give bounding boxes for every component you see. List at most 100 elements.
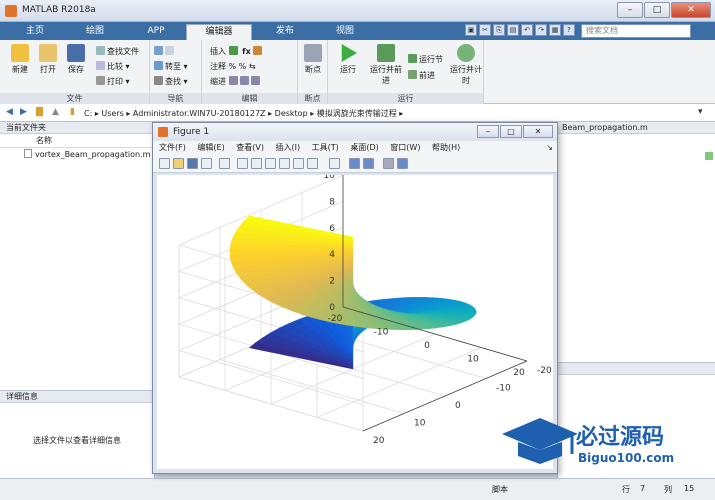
new-button[interactable]: 新建	[6, 44, 34, 75]
tab-home[interactable]: 主页	[8, 24, 62, 40]
indent-button[interactable]: 缩进	[210, 76, 262, 88]
menu-edit[interactable]: 编辑(E)	[197, 143, 224, 152]
run-time-button[interactable]: 运行并计时	[450, 44, 482, 86]
surface-patch	[291, 245, 308, 250]
help-icon[interactable]: ?	[563, 24, 575, 36]
x-tick-label: -20	[328, 314, 343, 324]
switch-windows-icon[interactable]: ▦	[549, 24, 561, 36]
back-forward-buttons[interactable]	[154, 46, 176, 58]
link-plot-icon[interactable]	[329, 158, 340, 169]
open-file-icon[interactable]	[173, 158, 184, 169]
watermark-logo-icon: 必过源码 Biguo100.com	[502, 418, 674, 465]
z-tick-label: 6	[329, 224, 335, 234]
colorbar-icon[interactable]	[349, 158, 360, 169]
comment-button[interactable]: 注释 % % ⇆	[210, 61, 256, 73]
name-column-header[interactable]: 名称	[0, 134, 154, 148]
show-plot-tools-icon[interactable]	[397, 158, 408, 169]
save-button[interactable]: 保存	[62, 44, 90, 75]
figure-icon	[158, 127, 168, 137]
surface-patch	[230, 238, 248, 245]
save-figure-icon[interactable]	[187, 158, 198, 169]
x-tick-label: 0	[424, 341, 430, 351]
browse-folder-icon[interactable]: ▇	[36, 107, 43, 117]
new-figure-icon[interactable]	[159, 158, 170, 169]
paste-icon[interactable]: ▤	[507, 24, 519, 36]
root-folder-icon[interactable]: ▮	[70, 107, 75, 117]
list-item[interactable]: vortex_Beam_propagation.m	[0, 148, 154, 162]
up-folder-icon[interactable]: ▲	[52, 107, 59, 117]
undo-icon[interactable]: ↶	[521, 24, 533, 36]
pan-icon[interactable]	[265, 158, 276, 169]
menu-desktop[interactable]: 桌面(D)	[350, 143, 378, 152]
edit-plot-icon[interactable]	[219, 158, 230, 169]
insert-func-icon	[253, 46, 263, 55]
run-button[interactable]: 运行	[334, 44, 362, 75]
breadcrumb-desktop[interactable]: Desktop	[275, 109, 308, 118]
indent-icon	[228, 76, 238, 85]
path-dropdown-icon[interactable]: ▾	[698, 107, 703, 117]
print-figure-icon[interactable]	[201, 158, 212, 169]
find-button[interactable]: 查找 ▾	[154, 76, 188, 88]
breakpoint-group: 断点 断点	[298, 40, 328, 104]
run-advance-button[interactable]: 运行并前进	[370, 44, 402, 86]
figure-close-button[interactable]: ✕	[523, 125, 553, 138]
breadcrumb-folder[interactable]: 模拟涡旋光束传输过程	[317, 109, 397, 118]
percent-icon: %	[228, 62, 237, 71]
menu-window[interactable]: 窗口(W)	[390, 143, 420, 152]
editor-pane: Beam_propagation.m	[557, 122, 715, 362]
menu-view[interactable]: 查看(V)	[236, 143, 264, 152]
ribbon-tabs: 主页 绘图 APP 编辑器 发布 视图 ▣ ✂ ⎘ ▤ ↶ ↷ ▦ ? 搜索文档	[0, 22, 715, 40]
details-pane: 详细信息 选择文件以查看详细信息	[0, 390, 155, 478]
figure-minimize-button[interactable]: –	[477, 125, 499, 138]
zoom-in-icon[interactable]	[237, 158, 248, 169]
breakpoints-button[interactable]: 断点	[299, 44, 327, 75]
back-icon[interactable]: ◀	[6, 107, 13, 117]
save-icon[interactable]: ▣	[465, 24, 477, 36]
breadcrumb-user[interactable]: Administrator.WIN7U-20180127Z	[133, 109, 266, 118]
figure-title: Figure 1	[173, 127, 210, 137]
forward-icon[interactable]: ▶	[20, 107, 27, 117]
menu-insert[interactable]: 插入(I)	[276, 143, 301, 152]
tab-editor[interactable]: 编辑器	[186, 24, 252, 40]
surface-patch	[229, 249, 246, 257]
close-button[interactable]: ✕	[671, 2, 711, 18]
tab-apps[interactable]: APP	[128, 24, 184, 40]
find-files-button[interactable]: 查找文件	[96, 46, 139, 58]
maximize-button[interactable]: □	[644, 2, 670, 18]
goto-button[interactable]: 转至 ▾	[154, 61, 188, 73]
cut-icon[interactable]: ✂	[479, 24, 491, 36]
open-button[interactable]: 打开	[34, 44, 62, 75]
data-cursor-icon[interactable]	[293, 158, 304, 169]
figure-menu-bar: 文件(F) 编辑(E) 查看(V) 插入(I) 工具(T) 桌面(D) 窗口(W…	[153, 141, 557, 155]
run-section-button[interactable]: 运行节	[408, 54, 443, 66]
goto-icon	[154, 61, 163, 70]
menu-tools[interactable]: 工具(T)	[312, 143, 339, 152]
menu-help[interactable]: 帮助(H)	[432, 143, 460, 152]
tab-view[interactable]: 视图	[316, 24, 374, 40]
breakpoint-group-label: 断点	[298, 93, 327, 104]
compare-button[interactable]: 比较 ▾	[96, 61, 130, 73]
rotate-3d-icon[interactable]	[279, 158, 290, 169]
tab-publish[interactable]: 发布	[256, 24, 314, 40]
advance-button[interactable]: 前进	[408, 70, 435, 82]
search-docs-input[interactable]: 搜索文档	[581, 24, 691, 38]
copy-icon[interactable]: ⎘	[493, 24, 505, 36]
y-tick-label: 20	[373, 436, 385, 446]
insert-button[interactable]: 插入 fx	[210, 46, 264, 58]
minimize-button[interactable]: –	[617, 2, 643, 18]
tab-plots[interactable]: 绘图	[64, 24, 126, 40]
brush-icon[interactable]	[307, 158, 318, 169]
print-button[interactable]: 打印 ▾	[96, 76, 130, 88]
figure-maximize-button[interactable]: □	[500, 125, 522, 138]
zoom-out-icon[interactable]	[251, 158, 262, 169]
breadcrumb-users[interactable]: Users	[101, 109, 123, 118]
hide-plot-tools-icon[interactable]	[383, 158, 394, 169]
redo-icon[interactable]: ↷	[535, 24, 547, 36]
editor-tab[interactable]: Beam_propagation.m	[558, 122, 715, 134]
menu-file[interactable]: 文件(F)	[159, 143, 186, 152]
surface-plot[interactable]: -20 -10 0 10 20 -20 -10 0 10 20 0 2 4 6 8 10	[157, 171, 553, 469]
plot-area[interactable]: -20 -10 0 10 20 -20 -10 0 10 20 0 2 4 6 8 10	[157, 171, 553, 469]
breadcrumb-drive[interactable]: C:	[84, 109, 92, 118]
dock-icon[interactable]: ↘	[546, 141, 553, 155]
legend-icon[interactable]	[363, 158, 374, 169]
